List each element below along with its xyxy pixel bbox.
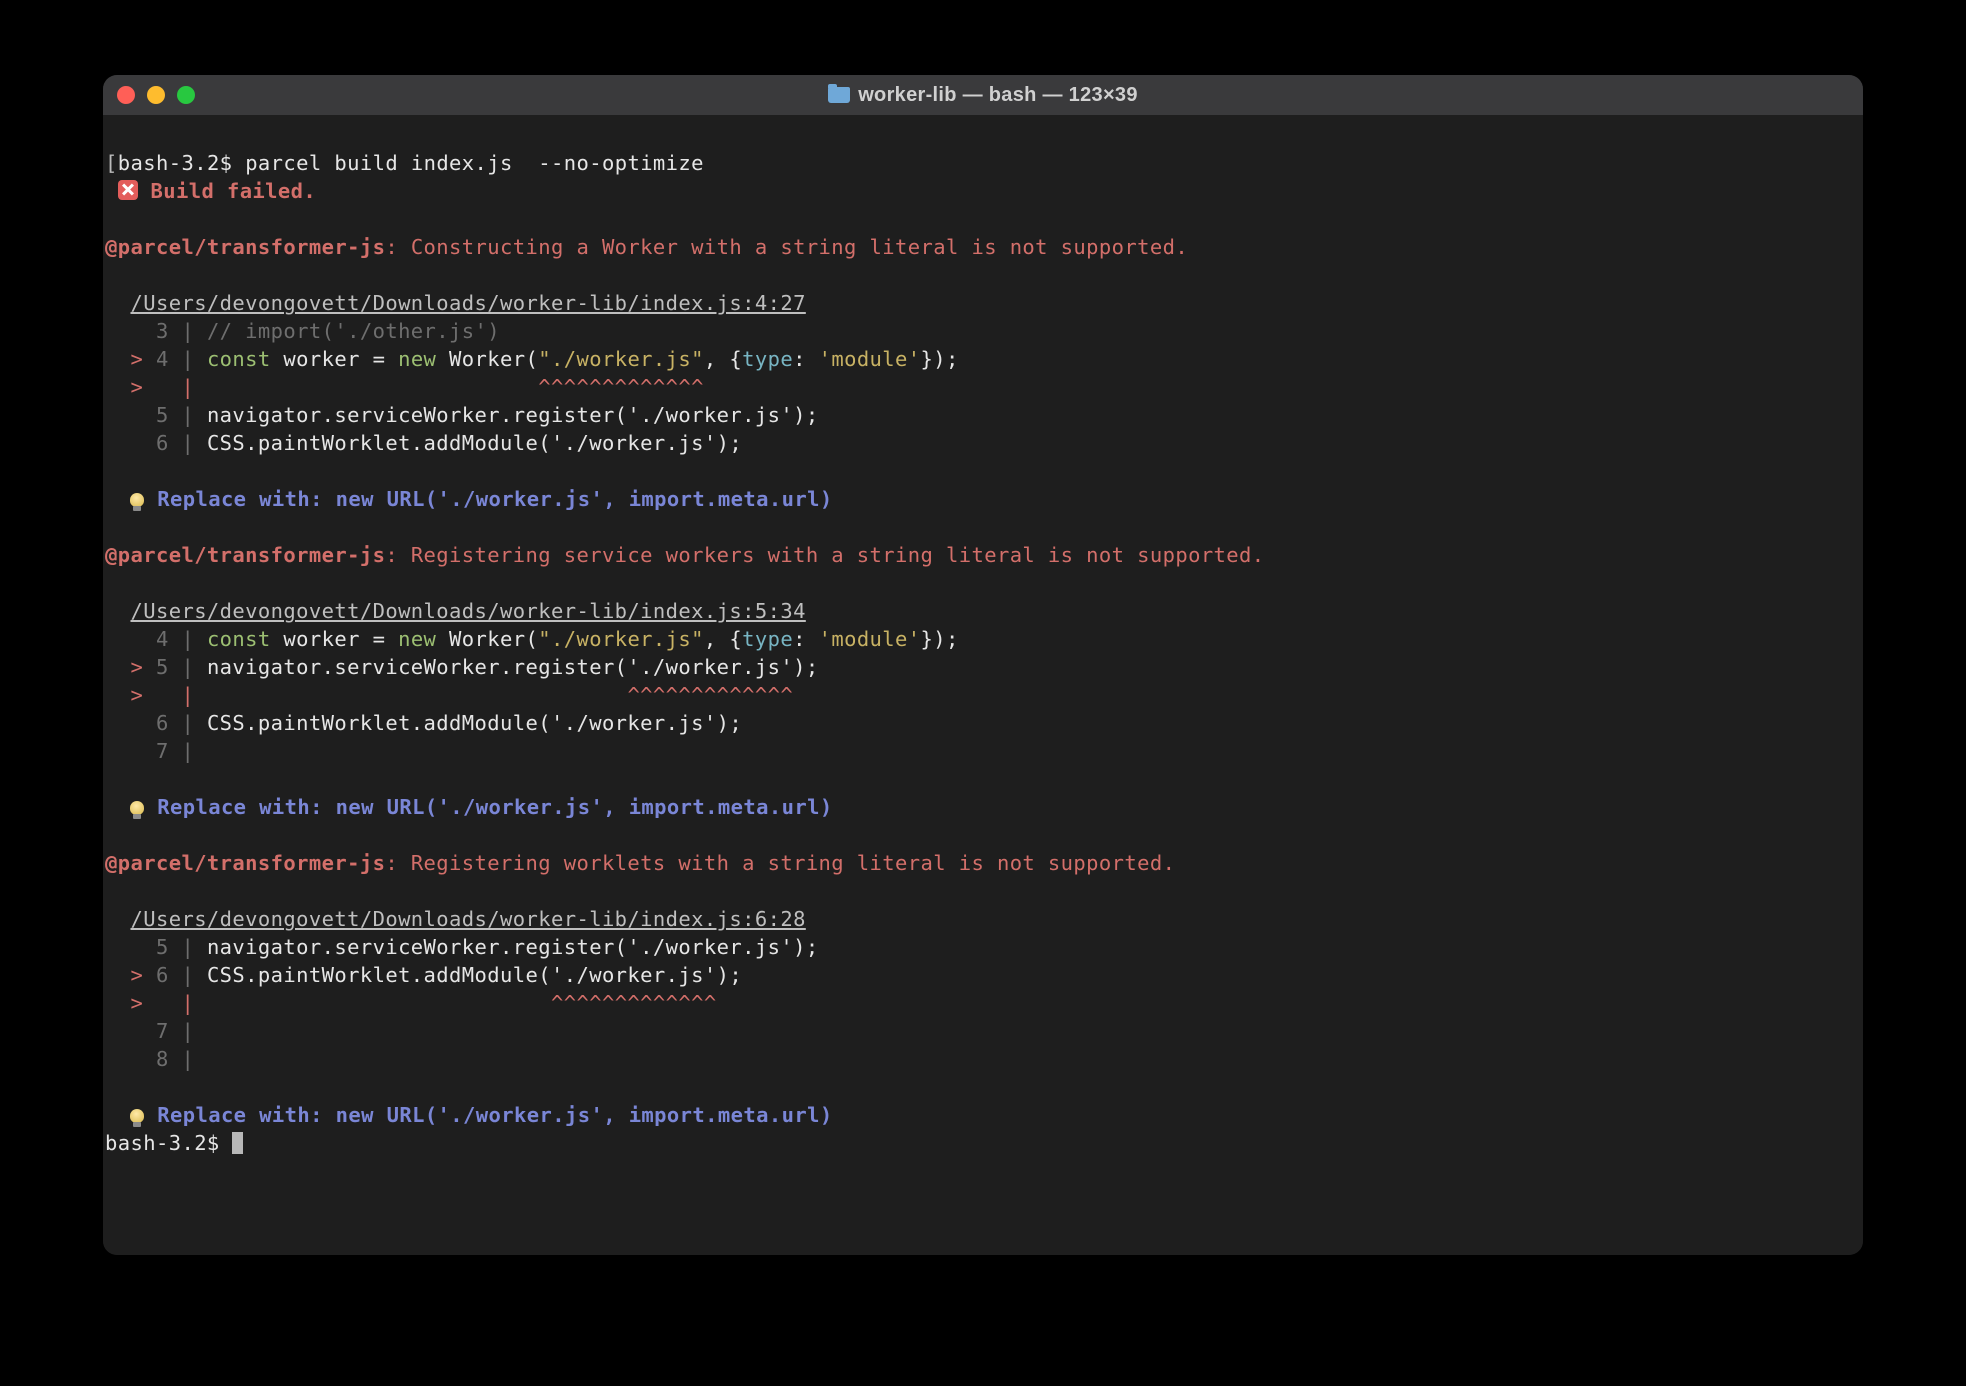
- tv-1: 'module': [819, 347, 921, 371]
- caret-sp-1: [207, 375, 538, 399]
- file-loc-3: /Users/devongovett/Downloads/worker-lib/…: [130, 907, 805, 931]
- const-1: const: [207, 347, 271, 371]
- g3-5: 5 |: [105, 935, 207, 959]
- traffic-lights: [117, 86, 195, 104]
- g-6: 6 |: [105, 431, 207, 455]
- worker-2: Worker(: [436, 627, 538, 651]
- titlebar: worker-lib — bash — 123×39: [103, 75, 1863, 115]
- close-1: });: [921, 347, 959, 371]
- window-title-text: worker-lib — bash — 123×39: [858, 84, 1138, 107]
- caret-1: ^^^^^^^^^^^^^: [538, 375, 704, 399]
- comma-1: , {: [704, 347, 742, 371]
- plugin-1: @parcel/transformer-js: [105, 235, 385, 259]
- tc-2: :: [793, 627, 818, 651]
- file-loc-1: /Users/devongovett/Downloads/worker-lib/…: [130, 291, 805, 315]
- var-1: worker: [271, 347, 373, 371]
- plugin-2: @parcel/transformer-js: [105, 543, 385, 567]
- worker-1: Worker(: [436, 347, 538, 371]
- folder-icon: [828, 87, 850, 103]
- build-failed: Build failed.: [151, 179, 317, 203]
- g3-8: 8 |: [105, 1047, 194, 1071]
- hint-label-1: Replace with:: [157, 487, 335, 511]
- minimize-button[interactable]: [147, 86, 165, 104]
- g-5: 5 |: [105, 403, 207, 427]
- tv-2: 'module': [819, 627, 921, 651]
- hint-code-3: new URL('./worker.js', import.meta.url): [336, 1103, 833, 1127]
- colon-1: :: [385, 235, 410, 259]
- close-button[interactable]: [117, 86, 135, 104]
- g3-6: 6 |: [156, 963, 207, 987]
- colon-3: :: [385, 851, 410, 875]
- comma-2: , {: [704, 627, 742, 651]
- code-5: navigator.serviceWorker.register('./work…: [207, 403, 819, 427]
- hint-code-2: new URL('./worker.js', import.meta.url): [336, 795, 833, 819]
- err-msg-1: Constructing a Worker with a string lite…: [411, 235, 1188, 259]
- code3-6: CSS.paintWorklet.addModule('./worker.js'…: [207, 963, 742, 987]
- colon-2: :: [385, 543, 410, 567]
- caret-2: ^^^^^^^^^^^^^: [627, 683, 793, 707]
- prompt-open-bracket: [: [105, 151, 118, 175]
- bulb-icon: [130, 493, 144, 507]
- code2-5: navigator.serviceWorker.register('./work…: [207, 655, 819, 679]
- cursor: [232, 1132, 243, 1154]
- command-line: parcel build index.js --no-optimize: [245, 151, 704, 175]
- bulb-icon: [130, 1109, 144, 1123]
- g2-6: 6 |: [105, 711, 207, 735]
- pfx2-5: >: [105, 655, 156, 679]
- caret-sp-2: [207, 683, 628, 707]
- error-icon: [118, 180, 138, 200]
- g-3: 3 |: [105, 319, 207, 343]
- err-msg-3: Registering worklets with a string liter…: [411, 851, 1176, 875]
- code-6: CSS.paintWorklet.addModule('./worker.js'…: [207, 431, 742, 455]
- caret-pfx-3: > |: [105, 991, 207, 1015]
- code3-5: navigator.serviceWorker.register('./work…: [207, 935, 819, 959]
- g-4: 4 |: [156, 347, 207, 371]
- caret-pfx-2: > |: [105, 683, 207, 707]
- caret-sp-3: [207, 991, 551, 1015]
- g2-7: 7 |: [105, 739, 194, 763]
- eq-2: =: [373, 627, 398, 651]
- hint-label-3: Replace with:: [157, 1103, 335, 1127]
- const-2: const: [207, 627, 271, 651]
- prompt-2: bash-3.2$: [105, 1131, 232, 1155]
- hint-code-1: new URL('./worker.js', import.meta.url): [336, 487, 833, 511]
- file-loc-2: /Users/devongovett/Downloads/worker-lib/…: [130, 599, 805, 623]
- arg-2: "./worker.js": [538, 627, 704, 651]
- tk-1: type: [742, 347, 793, 371]
- terminal-content[interactable]: [bash-3.2$ parcel build index.js --no-op…: [103, 115, 1863, 1255]
- new-2: new: [398, 627, 436, 651]
- pfx-4: >: [105, 347, 156, 371]
- terminal-window: worker-lib — bash — 123×39 [bash-3.2$ pa…: [103, 75, 1863, 1255]
- g2-5: 5 |: [156, 655, 207, 679]
- code2-6: CSS.paintWorklet.addModule('./worker.js'…: [207, 711, 742, 735]
- bulb-icon: [130, 801, 144, 815]
- err-msg-2: Registering service workers with a strin…: [411, 543, 1265, 567]
- window-title: worker-lib — bash — 123×39: [103, 84, 1863, 107]
- zoom-button[interactable]: [177, 86, 195, 104]
- plugin-3: @parcel/transformer-js: [105, 851, 385, 875]
- tk-2: type: [742, 627, 793, 651]
- new-1: new: [398, 347, 436, 371]
- prompt-1: bash-3.2$: [118, 151, 233, 175]
- code-3: // import('./other.js'): [207, 319, 500, 343]
- g3-7: 7 |: [105, 1019, 194, 1043]
- hint-label-2: Replace with:: [157, 795, 335, 819]
- space: [232, 151, 245, 175]
- tc-1: :: [793, 347, 818, 371]
- pfx3-6: >: [105, 963, 156, 987]
- caret-pfx-1: > |: [105, 375, 207, 399]
- eq-1: =: [373, 347, 398, 371]
- var-2: worker: [271, 627, 373, 651]
- close-2: });: [921, 627, 959, 651]
- caret-3: ^^^^^^^^^^^^^: [551, 991, 717, 1015]
- arg-1: "./worker.js": [538, 347, 704, 371]
- g2-4: 4 |: [105, 627, 207, 651]
